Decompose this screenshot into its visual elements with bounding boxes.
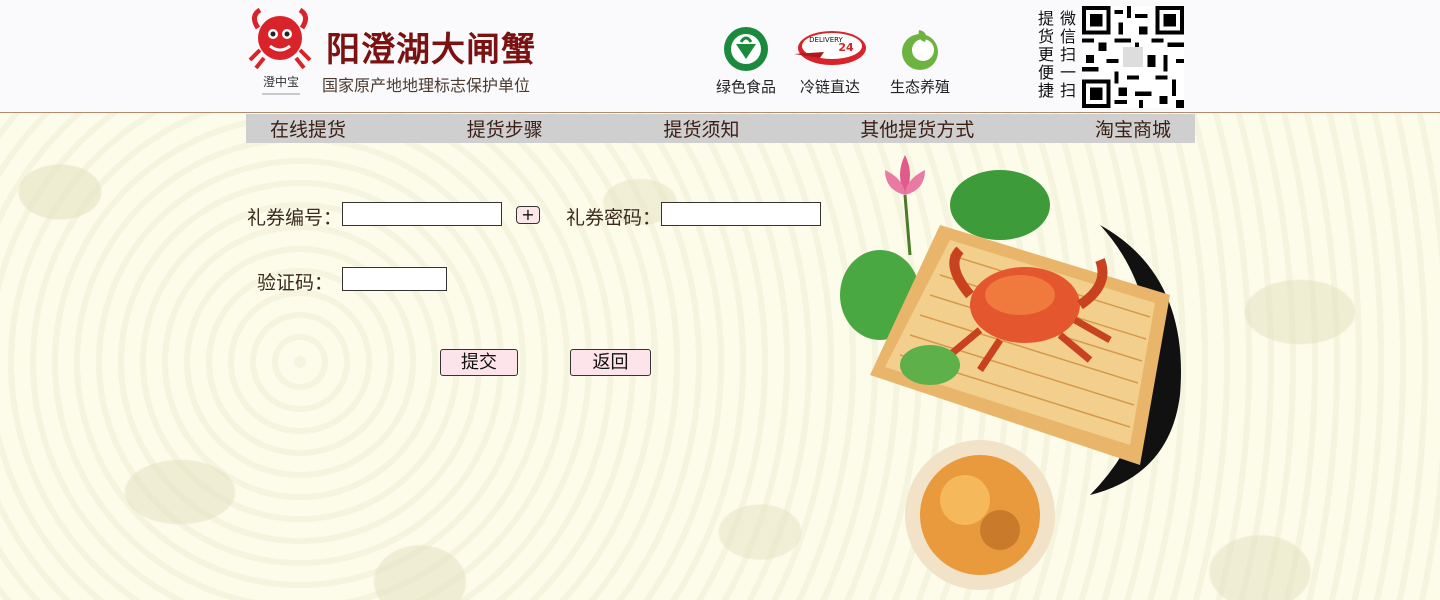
badge-eco: 生态养殖 (880, 24, 960, 97)
nav-item-other-methods[interactable]: 其他提货方式 (836, 115, 998, 142)
badge-green-food: 绿色食品 (706, 24, 786, 97)
floral-background (0, 112, 1440, 600)
nav-item-pickup-notice[interactable]: 提货须知 (639, 115, 763, 142)
coupon-number-label: 礼券编号： (247, 207, 343, 229)
delivery-icon: DELIVERY 24 (794, 31, 866, 65)
crab-logo-icon[interactable]: 澄中宝 (246, 6, 316, 100)
green-food-icon (724, 27, 768, 71)
badge-label: 绿色食品 (715, 78, 776, 96)
captcha-input[interactable] (342, 267, 447, 291)
back-button[interactable]: 返回 (570, 349, 651, 376)
main-nav: 在线提货 提货步骤 提货须知 其他提货方式 淘宝商城 (246, 114, 1195, 143)
badge-delivery: DELIVERY 24 冷链直达 (790, 24, 870, 97)
nav-item-taobao-store[interactable]: 淘宝商城 (1071, 115, 1195, 142)
coupon-number-input[interactable] (342, 202, 502, 226)
badge-label: 生态养殖 (889, 78, 950, 96)
coupon-password-input[interactable] (661, 202, 821, 226)
eco-icon (902, 30, 938, 70)
delivery-badge-num: 24 (838, 41, 854, 54)
qr-caption-col2: 提货更便捷 (1038, 9, 1055, 100)
lotus-flower-icon (885, 155, 925, 256)
site-header: 澄中宝 阳澄湖大闸蟹 国家原产地地理标志保护单位 绿色食品 DELIVERY 2… (0, 0, 1440, 113)
logo-text: 澄中宝 (263, 74, 299, 89)
coupon-password-label: 礼券密码： (566, 207, 662, 229)
add-coupon-button[interactable]: + (516, 206, 540, 224)
crab-tray-illustration (840, 155, 1181, 590)
qr-caption: 微信扫一扫 提货更便捷 (1032, 10, 1078, 106)
qr-code-icon (1082, 6, 1184, 108)
herb-garnish (900, 345, 960, 385)
qr-caption-col1: 微信扫一扫 (1060, 9, 1077, 100)
badge-label: 冷链直达 (799, 78, 860, 96)
brand-title: 阳澄湖大闸蟹 (326, 30, 536, 70)
brand-subtitle: 国家原产地地理标志保护单位 (322, 76, 531, 95)
captcha-label: 验证码： (257, 272, 334, 294)
nav-item-online-pickup[interactable]: 在线提货 (246, 115, 370, 142)
submit-button[interactable]: 提交 (440, 349, 518, 376)
lotus-leaf (950, 170, 1050, 240)
nav-item-pickup-steps[interactable]: 提货步骤 (443, 115, 567, 142)
